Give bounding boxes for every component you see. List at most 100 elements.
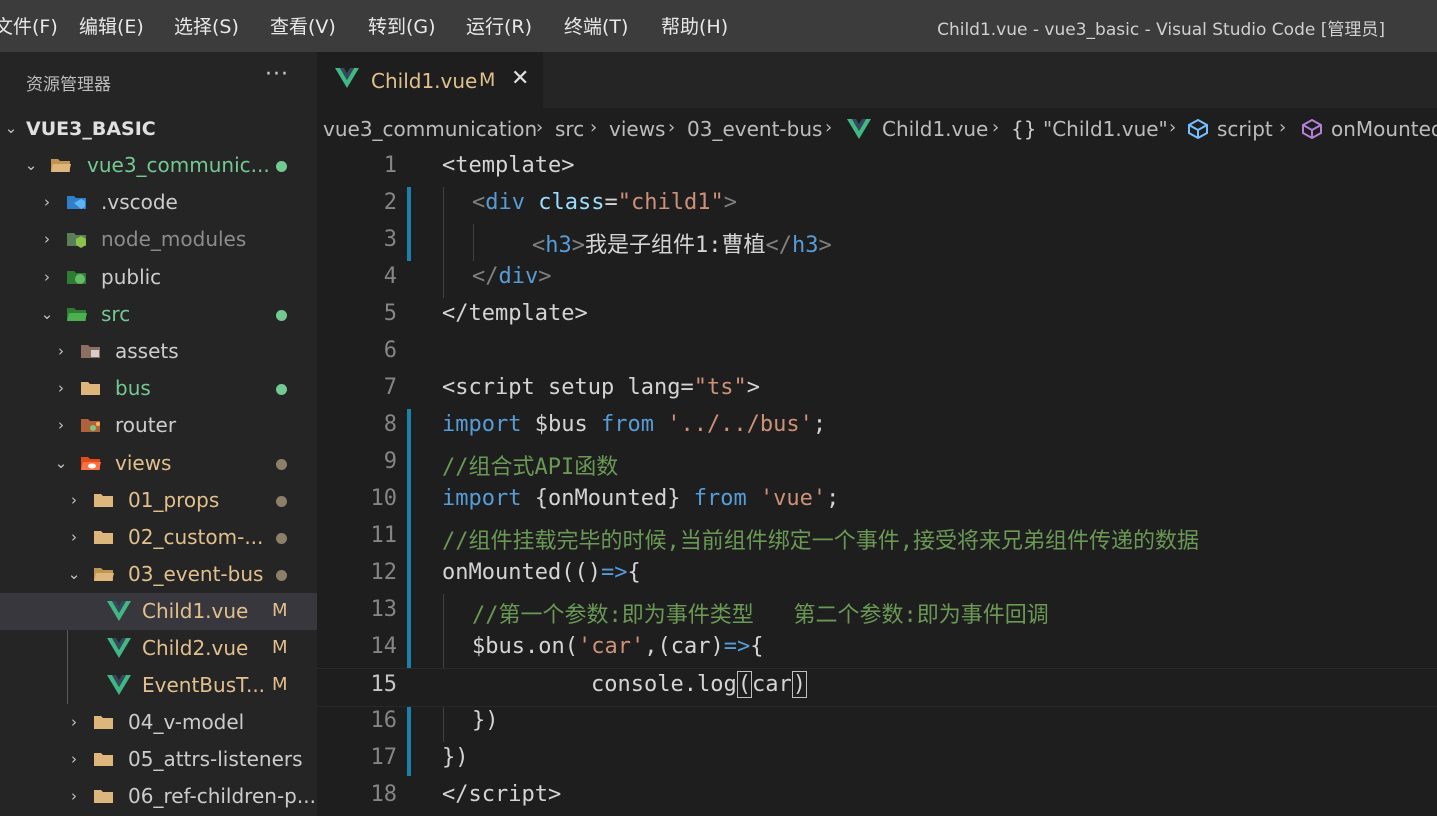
router-folder-icon [81, 419, 100, 432]
tree-item-assets[interactable]: › assets [0, 333, 317, 370]
chevron-right-icon: › [71, 787, 77, 805]
folder-open-icon [94, 568, 114, 581]
breadcrumb-item[interactable]: src [555, 117, 584, 141]
menu-terminal[interactable]: 终端(T) [564, 12, 628, 39]
code-editor[interactable]: 1 <template> 2 <div class="child1"> 3 <h… [317, 150, 1437, 816]
breadcrumb-item[interactable]: 03_event-bus [687, 117, 822, 141]
chevron-right-icon: › [44, 193, 50, 211]
tree-item-src[interactable]: ⌄ src [0, 296, 317, 333]
tree-item-03-event-bus[interactable]: ⌄ 03_event-bus [0, 556, 317, 593]
tree-item-node-modules[interactable]: › node_modules [0, 221, 317, 258]
breadcrumb-item[interactable]: "Child1.vue" [1043, 117, 1168, 141]
tree-item-06-ref-children[interactable]: › 06_ref-children-p... [0, 778, 317, 815]
code-line: 18 </script> [317, 779, 1437, 816]
menu-help[interactable]: 帮助(H) [661, 12, 728, 39]
code-line: 3 <h3>我是子组件1:曹植</h3> [317, 224, 1437, 261]
menu-edit[interactable]: 编辑(E) [79, 12, 144, 39]
tree-item-vue3-communication[interactable]: ⌄ vue3_communic... [0, 147, 317, 184]
chevron-right-icon: › [825, 117, 833, 138]
vue-file-icon [107, 638, 131, 658]
chevron-right-icon: › [58, 342, 64, 360]
code-comment: //组合式API函数 [442, 455, 619, 480]
modified-dot-icon [276, 570, 287, 581]
code-line: 12 onMounted(()=>{ [317, 557, 1437, 594]
breadcrumb: vue3_communication › src › views › 03_ev… [317, 108, 1437, 150]
code-line: 4 </div> [317, 261, 1437, 298]
chevron-right-icon: › [58, 379, 64, 397]
tree-item-02-custom[interactable]: › 02_custom-... [0, 519, 317, 556]
modified-dot-icon [276, 496, 287, 507]
line-number: 5 [383, 301, 397, 326]
tree-root[interactable]: ⌄ VUE3_BASIC [0, 110, 317, 147]
chevron-right-icon: › [1279, 117, 1287, 138]
breadcrumb-item[interactable]: Child1.vue [882, 117, 988, 141]
code-text: }) [472, 708, 499, 733]
code-text: <script setup lang="ts"> [442, 375, 760, 400]
code-text: <h3>我是子组件1:曹植</h3> [532, 233, 832, 258]
tree-item-public[interactable]: › public [0, 259, 317, 296]
menu-selection[interactable]: 选择(S) [174, 12, 239, 39]
tree-item-label: src [101, 302, 131, 326]
src-folder-icon [67, 308, 87, 321]
tree-item-views[interactable]: ⌄ views [0, 445, 317, 482]
code-line: 2 <div class="child1"> [317, 187, 1437, 224]
more-actions-icon[interactable]: ··· [265, 62, 289, 87]
line-number: 10 [370, 486, 398, 511]
modified-badge: M [272, 600, 288, 621]
close-icon[interactable]: ✕ [511, 66, 529, 91]
explorer-sidebar: 资源管理器 ··· ⌄ VUE3_BASIC ⌄ vue3_communic..… [0, 52, 317, 816]
code-text: <template> [442, 153, 575, 178]
chevron-right-icon: › [71, 491, 77, 509]
chevron-right-icon: › [668, 117, 676, 138]
tree-item-eventbustest-vue[interactable]: EventBusT... M [0, 667, 317, 704]
modified-badge: M [479, 69, 496, 91]
public-folder-icon [67, 271, 86, 284]
breadcrumb-item[interactable]: views [609, 117, 665, 141]
untracked-dot-icon [276, 161, 287, 172]
tree-item-router[interactable]: › router [0, 407, 317, 444]
tree-item-04-v-model[interactable]: › 04_v-model [0, 704, 317, 741]
menu-run[interactable]: 运行(R) [466, 12, 532, 39]
chevron-right-icon: › [71, 713, 77, 731]
tree-item-bus[interactable]: › bus [0, 370, 317, 407]
folder-icon [81, 382, 100, 395]
folder-icon [94, 716, 113, 729]
tree-item-label: views [115, 451, 172, 475]
folder-icon [94, 753, 113, 766]
tree-item-label: public [101, 265, 162, 289]
menu-go[interactable]: 转到(G) [368, 12, 436, 39]
menu-file[interactable]: 文件(F) [0, 12, 58, 39]
braces-icon: {} [1011, 117, 1037, 141]
breadcrumb-item[interactable]: script [1217, 117, 1273, 141]
breadcrumb-item[interactable]: onMounted [1331, 117, 1437, 141]
vscode-folder-icon [67, 196, 86, 209]
breadcrumb-item[interactable]: vue3_communication [323, 117, 537, 141]
tree-item-child2-vue[interactable]: Child2.vue M [0, 630, 317, 667]
line-number: 4 [383, 264, 397, 289]
code-line: 5 </template> [317, 298, 1437, 335]
folder-icon [94, 494, 113, 507]
untracked-dot-icon [276, 310, 287, 321]
tree-item-label: router [115, 413, 177, 437]
views-folder-icon [81, 457, 101, 470]
tree-item-05-attrs-listeners[interactable]: › 05_attrs-listeners [0, 741, 317, 778]
folder-icon [94, 531, 113, 544]
menu-view[interactable]: 查看(V) [270, 12, 336, 39]
untracked-dot-icon [276, 384, 287, 395]
tree-item-01-props[interactable]: › 01_props [0, 482, 317, 519]
code-line: 10 import {onMounted} from 'vue'; [317, 483, 1437, 520]
tree-item-label: EventBusT... [142, 673, 266, 697]
line-number: 1 [383, 153, 397, 178]
code-line: 7 <script setup lang="ts"> [317, 372, 1437, 409]
code-text: <div class="child1"> [472, 190, 737, 215]
line-number: 9 [383, 449, 397, 474]
chevron-down-icon: ⌄ [4, 119, 18, 137]
tree-item-child1-vue[interactable]: Child1.vue M [0, 593, 317, 630]
chevron-right-icon: › [58, 416, 64, 434]
tree-item-label: assets [115, 339, 179, 363]
tree-item-label: .vscode [101, 190, 178, 214]
title-bar: 文件(F) 编辑(E) 选择(S) 查看(V) 转到(G) 运行(R) 终端(T… [0, 0, 1437, 52]
tree-item-vscode[interactable]: › .vscode [0, 184, 317, 221]
tab-child1-vue[interactable]: Child1.vue M ✕ [317, 52, 543, 108]
code-line: 11 //组件挂载完毕的时候,当前组件绑定一个事件,接受将来兄弟组件传递的数据 [317, 520, 1437, 557]
